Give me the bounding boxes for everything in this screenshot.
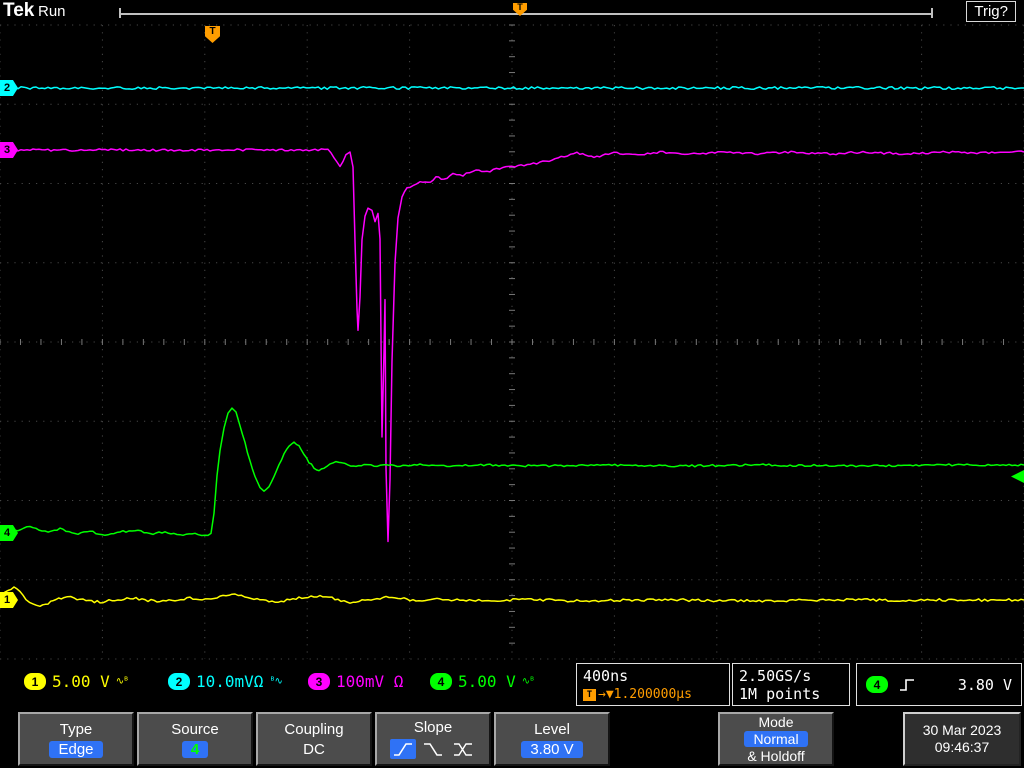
rising-slope-icon[interactable] bbox=[390, 739, 416, 759]
channel-4-trace bbox=[0, 407, 1024, 537]
trigger-position-flag[interactable]: T bbox=[205, 26, 220, 43]
ch4-scale: 5.00 V bbox=[458, 672, 516, 691]
menu-coupling-value: DC bbox=[303, 740, 325, 758]
menu-slope-label: Slope bbox=[413, 719, 453, 736]
trigger-readout: 4 3.80 V bbox=[856, 663, 1022, 706]
menu-button-level[interactable]: Level 3.80 V bbox=[494, 712, 610, 766]
menu-mode-extra: & Holdoff bbox=[747, 748, 805, 764]
menu-mode-label: Mode bbox=[758, 714, 794, 730]
channel-4-position-marker[interactable]: 4 bbox=[0, 525, 18, 541]
readout-bar: 1 5.00 V ∿ᴮ 2 10.0mVΩ ᴮ∿ 3 100mV Ω 4 5.0… bbox=[0, 662, 1024, 710]
ch4-bandwidth-icon: ∿ᴮ bbox=[521, 676, 535, 687]
timebase-readout: 400ns T →▼1.200000µs bbox=[576, 663, 730, 706]
brand-logo: Tek bbox=[3, 0, 35, 21]
menu-level-value: 3.80 V bbox=[521, 740, 583, 758]
channel-2-trace bbox=[0, 85, 1024, 91]
menu-button-source[interactable]: Source 4 bbox=[137, 712, 253, 766]
sample-rate: 2.50GS/s bbox=[739, 667, 812, 685]
trigger-level-arrow[interactable] bbox=[1011, 470, 1024, 483]
ch2-readout: 2 10.0mVΩ ᴮ∿ bbox=[168, 672, 283, 691]
time-value: 09:46:37 bbox=[934, 739, 990, 755]
waveform-layer bbox=[0, 85, 1024, 608]
menu-button-type[interactable]: Type Edge bbox=[18, 712, 134, 766]
menu-button-coupling[interactable]: Coupling DC bbox=[256, 712, 372, 766]
channel-1-position-marker[interactable]: 1 bbox=[0, 592, 18, 608]
timebase-scale: 400ns bbox=[583, 667, 629, 685]
menu-coupling-label: Coupling bbox=[284, 720, 344, 738]
record-view-left-bracket bbox=[119, 8, 121, 18]
menu-mode-value: Normal bbox=[744, 731, 808, 747]
ch1-readout: 1 5.00 V ∿ᴮ bbox=[24, 672, 129, 691]
ch1-bandwidth-icon: ∿ᴮ bbox=[115, 676, 129, 687]
ch2-bandwidth-icon: ᴮ∿ bbox=[269, 676, 282, 687]
menu-source-label: Source bbox=[171, 720, 219, 738]
timebase-delay-value: →▼1.200000µs bbox=[598, 687, 692, 702]
record-view-right-bracket bbox=[931, 8, 933, 18]
graticule bbox=[0, 24, 1024, 660]
slope-options bbox=[390, 739, 476, 759]
menu-level-label: Level bbox=[534, 720, 570, 738]
menu-source-value: 4 bbox=[181, 740, 209, 758]
channel-1-trace bbox=[0, 586, 1024, 608]
ch4-readout: 4 5.00 V ∿ᴮ bbox=[430, 672, 535, 691]
timebase-delay: T →▼1.200000µs bbox=[583, 687, 723, 702]
acquisition-status: Run bbox=[38, 3, 66, 20]
menu-button-slope[interactable]: Slope bbox=[375, 712, 491, 766]
channel-3-position-marker[interactable]: 3 bbox=[0, 142, 18, 158]
record-length: 1M points bbox=[739, 685, 821, 703]
either-slope-icon[interactable] bbox=[450, 739, 476, 759]
datetime-box: 30 Mar 2023 09:46:37 bbox=[903, 712, 1021, 766]
ch1-scale: 5.00 V bbox=[52, 672, 110, 691]
ch4-badge: 4 bbox=[430, 673, 452, 690]
ch2-badge: 2 bbox=[168, 673, 190, 690]
menu-type-label: Type bbox=[59, 720, 93, 738]
trigger-status-badge: Trig? bbox=[966, 1, 1016, 22]
channel-3-trace bbox=[0, 148, 1024, 543]
acquisition-readout: 2.50GS/s 1M points bbox=[732, 663, 850, 706]
ch3-scale: 100mV Ω bbox=[336, 672, 404, 691]
menu-type-value: Edge bbox=[49, 740, 103, 758]
menu-button-mode[interactable]: Mode Normal & Holdoff bbox=[718, 712, 834, 766]
ch1-badge: 1 bbox=[24, 673, 46, 690]
falling-slope-icon[interactable] bbox=[420, 739, 446, 759]
date-value: 30 Mar 2023 bbox=[922, 722, 1002, 738]
trigger-source-badge: 4 bbox=[866, 676, 888, 693]
ch3-readout: 3 100mV Ω bbox=[308, 672, 409, 691]
ch2-scale: 10.0mVΩ bbox=[196, 672, 264, 691]
channel-2-position-marker[interactable]: 2 bbox=[0, 80, 18, 96]
menu-bar: Type Edge Source 4 Coupling DC Slope Lev… bbox=[0, 710, 1024, 768]
trigger-t-icon: T bbox=[583, 688, 596, 701]
record-view-line bbox=[120, 13, 933, 15]
trigger-level-value: 3.80 V bbox=[957, 675, 1012, 694]
rising-edge-icon bbox=[900, 678, 914, 691]
oscilloscope-screen: Tek Run T Trig? T 2 3 4 1 1 5.00 V ∿ᴮ 2 10.… bbox=[0, 0, 1024, 768]
ch3-badge: 3 bbox=[308, 673, 330, 690]
